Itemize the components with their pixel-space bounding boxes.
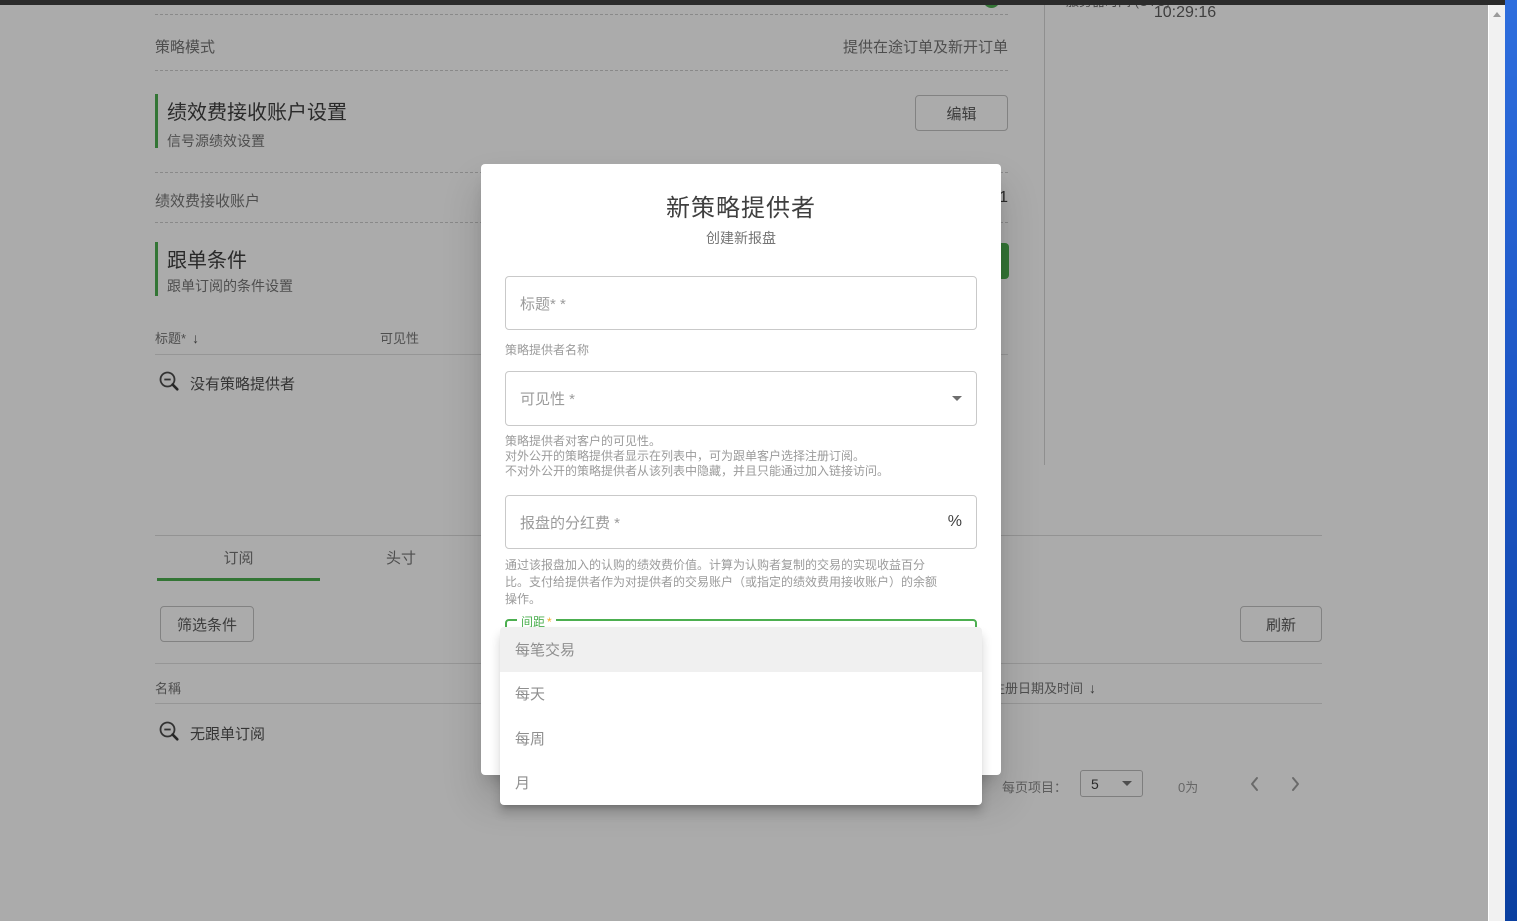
app-root: 策略模式 提供在途订单及新开订单 绩效费接收账户设置 信号源绩效设置 编辑 绩效… xyxy=(0,0,1517,921)
menu-option-monthly[interactable]: 月 xyxy=(500,761,982,806)
percent-suffix: % xyxy=(948,513,962,531)
menu-option-weekly[interactable]: 每周 xyxy=(500,716,982,761)
fee-helper: 通过该报盘加入的认购的绩效费价值。计算为认购者复制的交易的实现收益百分 比。支付… xyxy=(505,557,977,608)
title-field[interactable]: 标题* * xyxy=(505,276,977,330)
title-field-placeholder: 标题* * xyxy=(520,293,962,314)
desktop-edge-strip xyxy=(1505,0,1517,921)
visibility-select-label: 可见性 * xyxy=(520,388,952,409)
fee-field-placeholder: 报盘的分红费 * xyxy=(520,512,948,533)
visibility-helper-line: 对外公开的策略提供者显示在列表中，可为跟单客户选择注册订阅。 xyxy=(505,449,977,464)
dialog-subtitle: 创建新报盘 xyxy=(481,228,1001,248)
visibility-helper-line: 不对外公开的策略提供者从该列表中隐藏，并且只能通过加入链接访问。 xyxy=(505,464,977,479)
interval-options-menu: 每笔交易 每天 每周 月 xyxy=(500,627,982,805)
fee-helper-line: 比。支付给提供者作为对提供者的交易账户（或指定的绩效费用接收账户）的余额 xyxy=(505,574,977,591)
window-top-bar xyxy=(0,0,1505,5)
visibility-helper: 策略提供者对客户的可见性。 对外公开的策略提供者显示在列表中，可为跟单客户选择注… xyxy=(505,434,977,479)
menu-option-per-trade[interactable]: 每笔交易 xyxy=(500,627,982,672)
menu-option-daily[interactable]: 每天 xyxy=(500,672,982,717)
fee-helper-line: 操作。 xyxy=(505,591,977,608)
scrollbar-up-icon[interactable] xyxy=(1493,12,1501,17)
dialog-title: 新策略提供者 xyxy=(481,188,1001,223)
chevron-down-icon xyxy=(952,396,962,401)
scrollbar[interactable] xyxy=(1489,5,1505,921)
visibility-select[interactable]: 可见性 * xyxy=(505,371,977,426)
fee-helper-line: 通过该报盘加入的认购的绩效费价值。计算为认购者复制的交易的实现收益百分 xyxy=(505,557,977,574)
title-field-helper: 策略提供者名称 xyxy=(505,343,977,358)
fee-field[interactable]: 报盘的分红费 * % xyxy=(505,495,977,549)
visibility-helper-line: 策略提供者对客户的可见性。 xyxy=(505,434,977,449)
